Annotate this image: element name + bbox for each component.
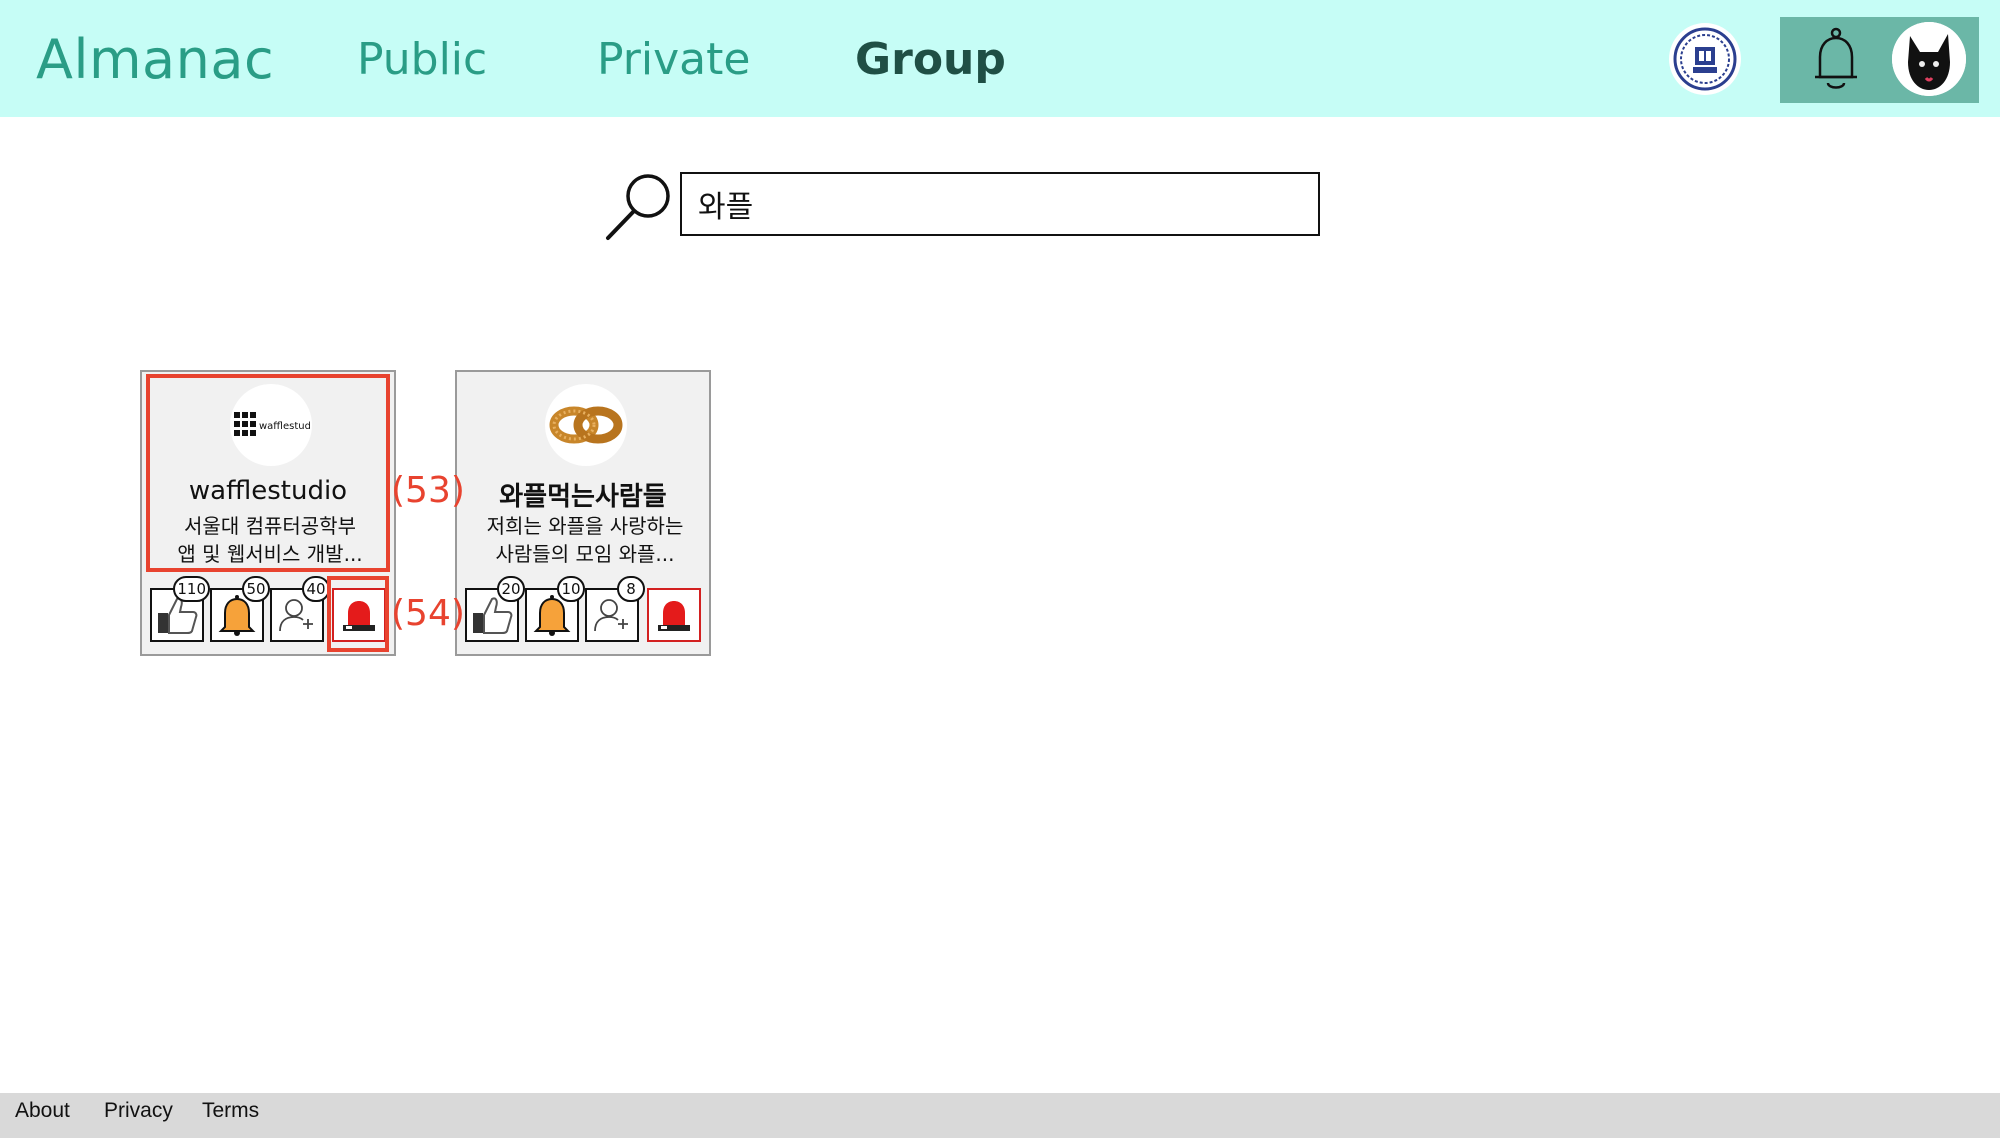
nav-tab-public[interactable]: Public — [357, 34, 487, 85]
wafflestudio-logo-text: wafflestudio — [259, 421, 310, 432]
footer-bar — [0, 1093, 2000, 1138]
annotation-label-53: (53) — [391, 470, 465, 511]
siren-icon — [343, 601, 375, 631]
nav-tab-group[interactable]: Group — [855, 34, 1006, 85]
group-description-line: 사람들의 모임 와플... — [495, 542, 675, 566]
like-count: 20 — [497, 576, 525, 602]
user-avatar[interactable] — [1892, 22, 1966, 96]
nav-tab-private[interactable]: Private — [597, 34, 750, 85]
subscribe-notification-button[interactable]: 10 — [525, 576, 585, 642]
subscribe-notification-button[interactable]: 50 — [210, 576, 270, 642]
member-count: 8 — [617, 576, 645, 602]
like-button[interactable]: 110 — [150, 576, 210, 642]
search-icon[interactable] — [604, 170, 674, 242]
member-count: 40 — [302, 576, 330, 602]
like-count: 110 — [173, 576, 210, 602]
university-seal-icon[interactable] — [1669, 23, 1741, 95]
footer-terms-link[interactable]: Terms — [202, 1099, 259, 1123]
group-description-line: 저희는 와플을 사랑하는 — [486, 514, 684, 538]
notification-count: 10 — [557, 576, 585, 602]
siren-icon — [658, 601, 690, 631]
wafflestudio-logo-icon: wafflestudio — [230, 384, 312, 466]
group-card-waffle-eaters[interactable]: 와플먹는사람들 저희는 와플을 사랑하는 사람들의 모임 와플... 20 10… — [455, 370, 711, 656]
group-description: 서울대 컴퓨터공학부 앱 및 웹서비스 개발... — [152, 512, 388, 568]
waffle-pretzel-logo-icon — [545, 384, 627, 466]
group-description: 저희는 와플을 사랑하는 사람들의 모임 와플... — [467, 512, 703, 568]
notification-bell-button[interactable] — [1810, 27, 1862, 93]
join-group-button[interactable]: 40 — [270, 576, 330, 642]
footer-privacy-link[interactable]: Privacy — [104, 1099, 173, 1123]
group-description-line: 앱 및 웹서비스 개발... — [177, 542, 363, 566]
group-name: wafflestudio — [188, 476, 348, 506]
bell-icon — [1815, 27, 1857, 89]
annotation-label-54: (54) — [391, 593, 465, 634]
group-card-wafflestudio[interactable]: wafflestudio wafflestudio 서울대 컴퓨터공학부 앱 및… — [140, 370, 396, 656]
join-group-button[interactable]: 8 — [585, 576, 645, 642]
report-button[interactable] — [647, 588, 701, 642]
report-button[interactable] — [332, 588, 386, 642]
group-description-line: 서울대 컴퓨터공학부 — [184, 514, 356, 538]
search-input[interactable] — [680, 172, 1320, 236]
brand-logo-text[interactable]: Almanac — [36, 28, 274, 91]
notification-count: 50 — [242, 576, 270, 602]
like-button[interactable]: 20 — [465, 576, 525, 642]
black-cat-avatar-icon — [1892, 22, 1966, 96]
group-name: 와플먹는사람들 — [499, 482, 667, 512]
footer-about-link[interactable]: About — [15, 1099, 70, 1123]
